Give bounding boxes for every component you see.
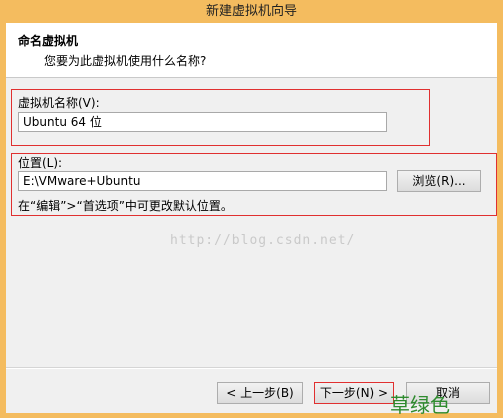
window-title: 新建虚拟机向导: [205, 4, 297, 19]
location-label: 位置(L):: [18, 156, 63, 170]
vm-name-label: 虚拟机名称(V):: [18, 96, 100, 110]
next-button[interactable]: 下一步(N) >: [314, 382, 394, 404]
page-title: 命名虚拟机: [18, 34, 79, 48]
page-subtitle: 您要为此虚拟机使用什么名称?: [44, 54, 207, 68]
back-button[interactable]: < 上一步(B): [217, 382, 303, 404]
location-hint: 在“编辑”>“首选项”中可更改默认位置。: [18, 199, 233, 213]
location-input[interactable]: E:\VMware+Ubuntu: [18, 171, 387, 191]
wizard-header: 命名虚拟机 您要为此虚拟机使用什么名称?: [6, 23, 497, 78]
browse-button[interactable]: 浏览(R)...: [397, 170, 481, 192]
cancel-button[interactable]: 取消: [406, 382, 490, 404]
wizard-dialog: 命名虚拟机 您要为此虚拟机使用什么名称? 虚拟机名称(V): Ubuntu 64…: [6, 23, 497, 417]
watermark-text: http://blog.csdn.net/: [170, 233, 356, 248]
window-title-bar: 新建虚拟机向导: [0, 0, 503, 23]
vm-name-input[interactable]: Ubuntu 64 位: [18, 112, 387, 132]
footer-divider: [6, 367, 497, 369]
